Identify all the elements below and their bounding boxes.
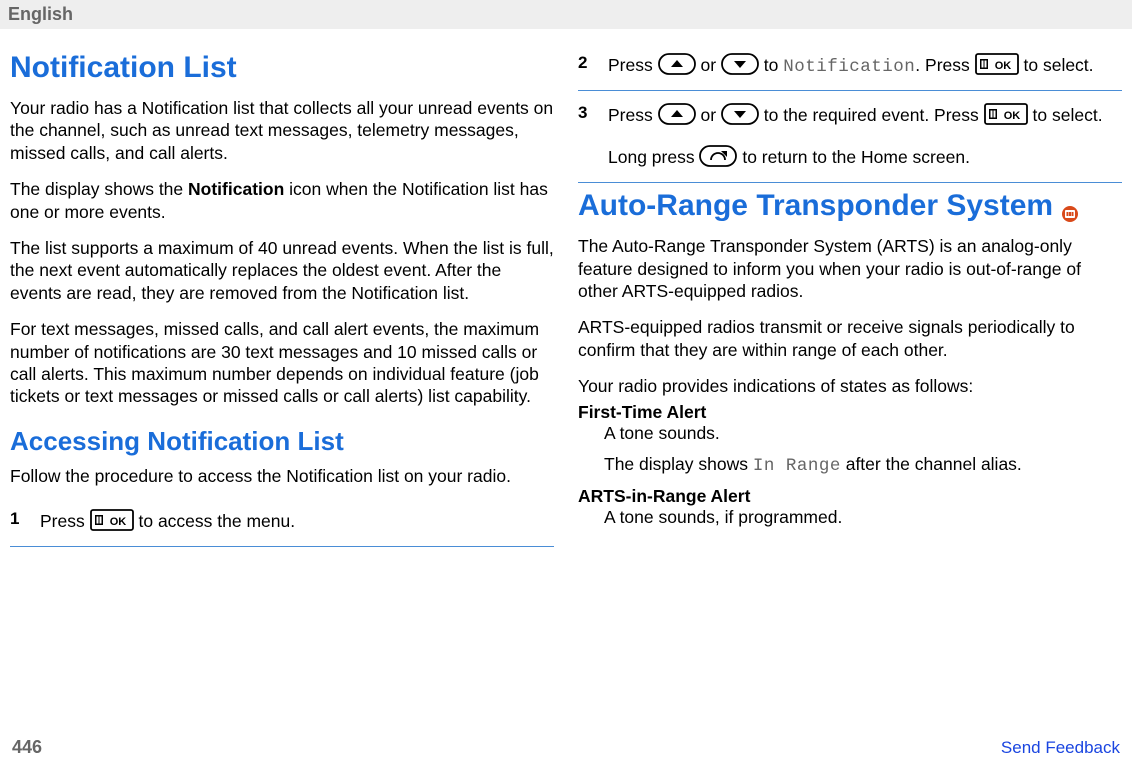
arts-states-intro: Your radio provides indications of state… — [578, 375, 1122, 397]
arts-in-range-alert-def: A tone sounds, if programmed. — [604, 507, 1122, 528]
accessing-intro: Follow the procedure to access the Notif… — [10, 465, 554, 487]
notification-icon-paragraph: The display shows the Notification icon … — [10, 178, 554, 223]
analog-indicator-icon — [1061, 197, 1079, 215]
header-language: English — [8, 4, 73, 24]
step-2-body: Press or to Notification. Press to selec… — [608, 53, 1122, 80]
notification-code-text: Notification — [783, 57, 915, 77]
step-1: 1 Press to access the menu. — [10, 501, 554, 547]
accessing-notification-list-heading: Accessing Notification List — [10, 426, 554, 457]
step-3-number: 3 — [578, 103, 594, 172]
right-column: 2 Press or to Notification. Press to sel… — [578, 45, 1122, 551]
page-body: Notification List Your radio has a Notif… — [0, 29, 1132, 551]
ok-button-icon — [975, 53, 1019, 80]
arts-in-range-alert-term: ARTS-in-Range Alert — [578, 486, 1122, 507]
left-column: Notification List Your radio has a Notif… — [10, 45, 554, 551]
up-button-icon — [658, 53, 696, 80]
arts-signals: ARTS-equipped radios transmit or receive… — [578, 316, 1122, 361]
page-number: 446 — [12, 737, 42, 758]
step-3: 3 Press or to the required event. Press … — [578, 95, 1122, 183]
notification-list-heading: Notification List — [10, 51, 554, 85]
send-feedback-link[interactable]: Send Feedback — [1001, 738, 1120, 758]
home-button-icon — [699, 145, 737, 172]
notification-max-events: The list supports a maximum of 40 unread… — [10, 237, 554, 304]
down-button-icon — [721, 53, 759, 80]
first-time-alert-term: First-Time Alert — [578, 402, 1122, 423]
notification-breakdown: For text messages, missed calls, and cal… — [10, 318, 554, 408]
arts-heading: Auto-Range Transponder System — [578, 189, 1122, 223]
notification-list-intro: Your radio has a Notification list that … — [10, 97, 554, 164]
down-button-icon — [721, 103, 759, 130]
up-button-icon — [658, 103, 696, 130]
first-time-alert-def: A tone sounds. The display shows In Rang… — [604, 423, 1122, 476]
ok-button-icon — [90, 509, 134, 536]
step-3-body: Press or to the required event. Press to… — [608, 103, 1122, 172]
footer: 446 Send Feedback — [0, 737, 1132, 758]
step-1-body: Press to access the menu. — [40, 509, 554, 536]
in-range-code-text: In Range — [753, 456, 841, 476]
step-1-number: 1 — [10, 509, 26, 536]
step-2: 2 Press or to Notification. Press to sel… — [578, 45, 1122, 91]
step-2-number: 2 — [578, 53, 594, 80]
header-language-bar: English — [0, 0, 1132, 29]
ok-button-icon — [984, 103, 1028, 130]
arts-intro: The Auto-Range Transponder System (ARTS)… — [578, 235, 1122, 302]
